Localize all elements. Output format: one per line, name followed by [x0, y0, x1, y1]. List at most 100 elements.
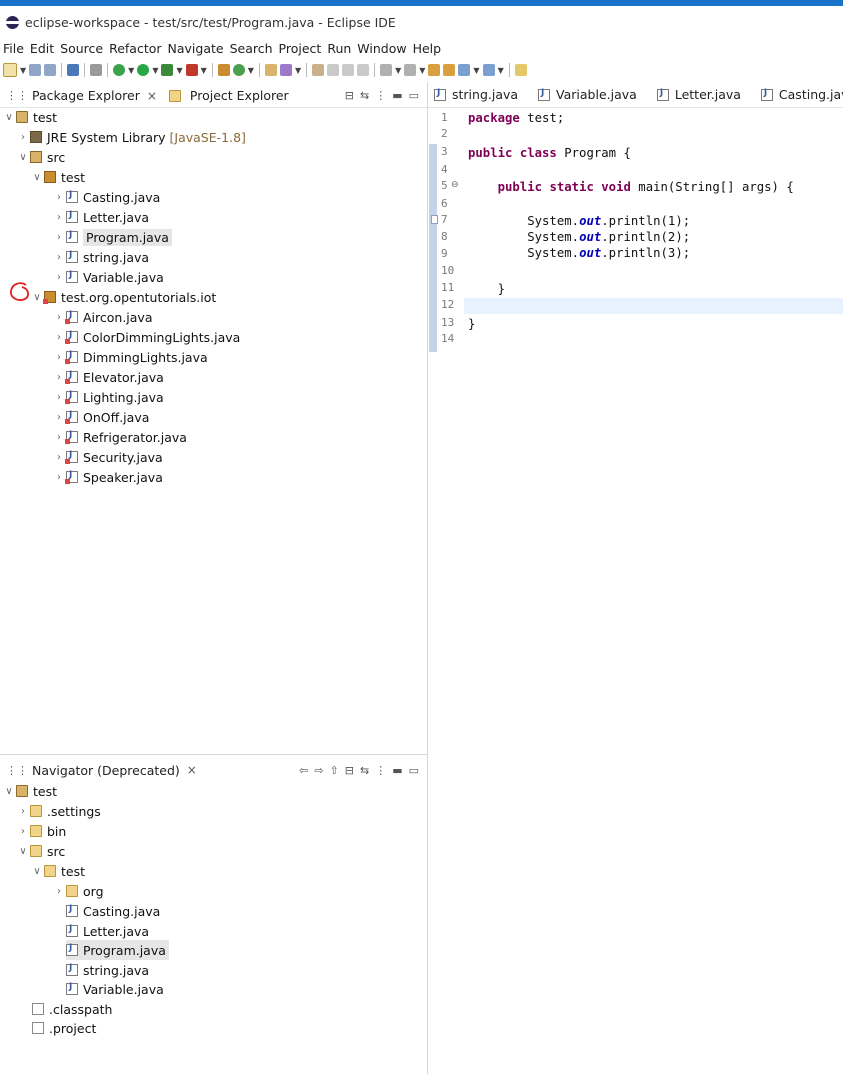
block-selection-icon[interactable] [342, 64, 355, 76]
debug-icon[interactable] [113, 64, 126, 76]
run-dropdown-icon[interactable]: ▼ [152, 66, 158, 75]
chevron-right-icon[interactable]: › [16, 132, 30, 143]
nav-bin-folder[interactable]: › bin [16, 821, 66, 841]
tab-project-explorer[interactable]: Project Explorer [163, 88, 295, 103]
prev-annotation-icon[interactable] [404, 64, 417, 76]
forward-edit-icon[interactable] [443, 64, 456, 76]
tree-file[interactable]: › Refrigerator.java [52, 427, 187, 447]
nav-file[interactable]: Letter.java [66, 921, 149, 941]
chevron-right-icon[interactable]: › [52, 452, 66, 463]
new-package-icon[interactable] [217, 64, 230, 76]
tree-file[interactable]: › Casting.java [52, 187, 160, 207]
run-icon[interactable] [137, 64, 150, 76]
collapse-all-icon[interactable]: ⊟ [345, 89, 354, 102]
chevron-down-icon[interactable]: ∨ [16, 152, 30, 163]
debug-dropdown-icon[interactable]: ▼ [128, 66, 134, 75]
chevron-right-icon[interactable]: › [52, 472, 66, 483]
view-menu-icon[interactable]: ⋮ [375, 764, 386, 777]
chevron-down-icon[interactable]: ∨ [2, 786, 16, 797]
tree-jre-library[interactable]: › JRE System Library [JavaSE-1.8] [16, 127, 246, 147]
collapse-all-icon[interactable]: ⊟ [345, 764, 354, 777]
editor-tab[interactable]: Letter.java [647, 87, 751, 102]
nav-test-folder[interactable]: ∨ test [30, 861, 85, 881]
pin-icon[interactable] [312, 64, 325, 76]
coverage-icon[interactable] [161, 64, 174, 76]
tree-file[interactable]: › Aircon.java [52, 307, 153, 327]
tree-src[interactable]: ∨ src [16, 147, 65, 167]
tree-project-test[interactable]: ∨ test [2, 107, 57, 127]
chevron-right-icon[interactable]: › [52, 372, 66, 383]
chevron-right-icon[interactable]: › [52, 192, 66, 203]
open-type-icon[interactable] [264, 64, 277, 76]
tree-file[interactable]: › Elevator.java [52, 367, 164, 387]
tab-package-explorer[interactable]: ⋮⋮ Package Explorer × [0, 88, 163, 103]
tree-file[interactable]: › OnOff.java [52, 407, 149, 427]
tree-file[interactable]: › Lighting.java [52, 387, 164, 407]
horizontal-divider[interactable] [0, 754, 427, 755]
tree-file[interactable]: › Variable.java [52, 267, 164, 287]
back-dropdown-icon[interactable]: ▼ [473, 66, 479, 75]
forward-icon[interactable] [482, 64, 495, 76]
save-icon[interactable] [29, 64, 42, 76]
tree-file-selected[interactable]: › Program.java [52, 227, 172, 247]
nav-src-folder[interactable]: ∨ src [16, 841, 65, 861]
back-icon[interactable] [458, 64, 471, 76]
nav-org-folder[interactable]: › org [52, 881, 104, 901]
chevron-right-icon[interactable]: › [16, 806, 30, 817]
vertical-divider[interactable] [427, 82, 428, 1074]
last-edit-icon[interactable] [428, 64, 441, 76]
close-icon[interactable]: × [187, 763, 197, 777]
coverage-dropdown-icon[interactable]: ▼ [176, 66, 182, 75]
tree-file[interactable]: › DimmingLights.java [52, 347, 208, 367]
new-icon[interactable] [3, 63, 17, 77]
link-with-editor-icon[interactable]: ⇆ [360, 89, 369, 102]
chevron-right-icon[interactable]: › [52, 252, 66, 263]
save-all-icon[interactable] [44, 64, 57, 76]
menu-window[interactable]: Window [356, 41, 411, 56]
chevron-right-icon[interactable]: › [52, 432, 66, 443]
search-dropdown-icon[interactable]: ▼ [295, 66, 301, 75]
nav-classpath-file[interactable]: .classpath [32, 999, 112, 1019]
menu-navigate[interactable]: Navigate [167, 41, 229, 56]
tab-navigator[interactable]: ⋮⋮ Navigator (Deprecated) × [0, 763, 203, 778]
chevron-right-icon[interactable]: › [52, 412, 66, 423]
nav-file-selected[interactable]: Program.java [66, 940, 169, 960]
chevron-right-icon[interactable]: › [16, 826, 30, 837]
search-icon[interactable] [279, 64, 292, 76]
terminal-icon[interactable] [67, 64, 80, 76]
nav-file[interactable]: Variable.java [66, 979, 164, 999]
nav-settings-folder[interactable]: › .settings [16, 801, 101, 821]
chevron-right-icon[interactable]: › [52, 312, 66, 323]
next-annotation-icon[interactable] [380, 64, 393, 76]
external-tools-dropdown-icon[interactable]: ▼ [201, 66, 207, 75]
editor-tab[interactable]: string.java [428, 87, 528, 102]
editor-tab[interactable]: Variable.java [528, 87, 647, 102]
chevron-down-icon[interactable]: ∨ [30, 866, 44, 877]
new-class-dropdown-icon[interactable]: ▼ [248, 66, 254, 75]
menu-source[interactable]: Source [59, 41, 108, 56]
tree-package-iot[interactable]: ∨ test.org.opentutorials.iot [30, 287, 216, 307]
minimize-icon[interactable]: ▬ [392, 764, 402, 777]
menu-file[interactable]: File [2, 41, 29, 56]
up-icon[interactable]: ⇧ [330, 764, 339, 777]
maximize-icon[interactable]: ▭ [409, 764, 419, 777]
menu-help[interactable]: Help [412, 41, 447, 56]
chevron-right-icon[interactable]: › [52, 272, 66, 283]
chevron-right-icon[interactable]: › [52, 392, 66, 403]
menu-refactor[interactable]: Refactor [108, 41, 166, 56]
forward-dropdown-icon[interactable]: ▼ [498, 66, 504, 75]
chevron-right-icon[interactable]: › [52, 212, 66, 223]
skip-breakpoints-icon[interactable] [90, 64, 103, 76]
prev-annotation-dropdown-icon[interactable]: ▼ [419, 66, 425, 75]
whitespace-icon[interactable] [357, 64, 370, 76]
next-annotation-dropdown-icon[interactable]: ▼ [395, 66, 401, 75]
nav-project-test[interactable]: ∨ test [2, 781, 57, 801]
chevron-right-icon[interactable]: › [52, 352, 66, 363]
nav-file[interactable]: Casting.java [66, 901, 160, 921]
menu-search[interactable]: Search [229, 41, 278, 56]
fold-collapse-icon[interactable]: ⊖ [451, 180, 459, 190]
mark-occurrences-icon[interactable] [327, 64, 340, 76]
menu-run[interactable]: Run [326, 41, 356, 56]
external-tools-icon[interactable] [185, 64, 198, 76]
chevron-down-icon[interactable]: ∨ [16, 846, 30, 857]
